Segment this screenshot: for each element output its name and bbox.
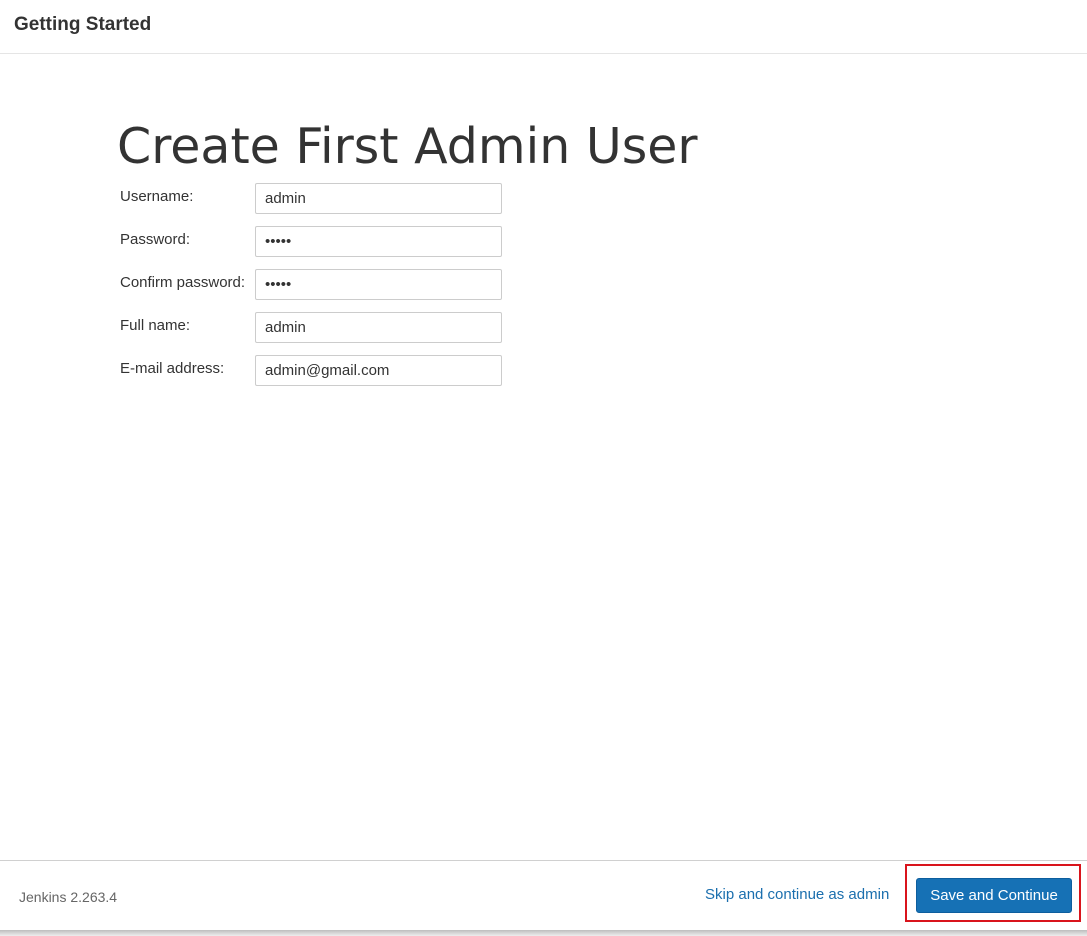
bottom-shadow [0, 930, 1087, 936]
full-name-input[interactable] [255, 312, 502, 343]
email-row: E-mail address: [120, 355, 520, 386]
full-name-row: Full name: [120, 312, 520, 343]
username-label: Username: [120, 188, 194, 205]
footer-bar: Jenkins 2.263.4 Skip and continue as adm… [0, 860, 1087, 930]
email-label: E-mail address: [120, 360, 225, 377]
header-title: Getting Started [14, 14, 152, 35]
username-row: Username: [120, 183, 520, 214]
setup-wizard: Getting Started Create First Admin User … [0, 0, 1087, 936]
page-title: Create First Admin User [117, 118, 698, 175]
confirm-password-input[interactable] [255, 269, 502, 300]
email-input[interactable] [255, 355, 502, 386]
full-name-label: Full name: [120, 317, 191, 334]
password-row: Password: [120, 226, 520, 257]
confirm-password-label: Confirm password: [120, 274, 246, 291]
password-input[interactable] [255, 226, 502, 257]
main-content: Create First Admin User Username: Passwo… [0, 55, 1087, 860]
version-label: Jenkins 2.263.4 [19, 889, 118, 905]
skip-and-continue-link[interactable]: Skip and continue as admin [705, 886, 889, 904]
confirm-password-row: Confirm password: [120, 269, 520, 300]
save-and-continue-button[interactable]: Save and Continue [916, 878, 1072, 913]
header-bar: Getting Started [0, 0, 1087, 54]
password-label: Password: [120, 231, 191, 248]
username-input[interactable] [255, 183, 502, 214]
